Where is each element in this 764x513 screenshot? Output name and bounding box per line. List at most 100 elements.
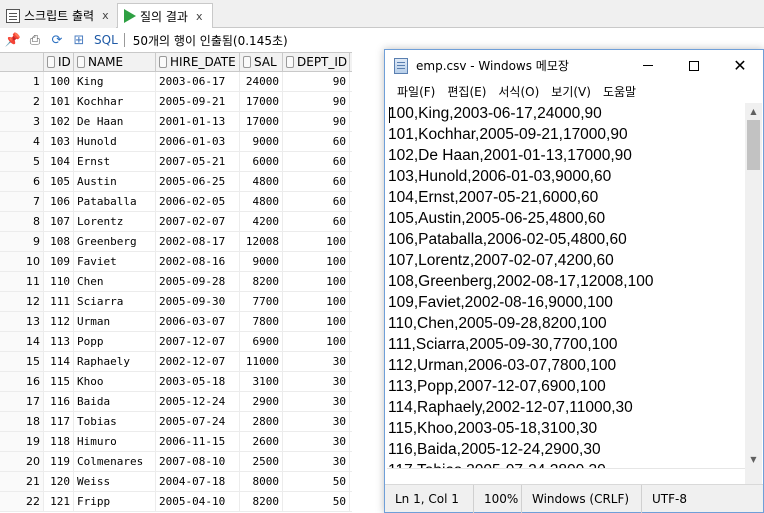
cell-hire-date[interactable]: 2002-12-07 [156, 352, 240, 371]
notepad-text-area[interactable]: 100,King,2003-06-17,24000,90 101,Kochhar,… [387, 103, 745, 468]
minimize-button[interactable] [625, 50, 671, 81]
cell-hire-date[interactable]: 2005-09-21 [156, 92, 240, 111]
cell-name[interactable]: Chen [74, 272, 156, 291]
table-row[interactable]: 9 108 Greenberg 2002-08-17 12008 100 [0, 232, 352, 252]
cell-name[interactable]: Colmenares [74, 452, 156, 471]
cell-hire-date[interactable]: 2007-05-21 [156, 152, 240, 171]
cell-name[interactable]: Hunold [74, 132, 156, 151]
cell-name[interactable]: King [74, 72, 156, 91]
cell-hire-date[interactable]: 2006-03-07 [156, 312, 240, 331]
cell-sal[interactable]: 17000 [240, 112, 283, 131]
cell-dept-id[interactable]: 100 [283, 332, 350, 351]
cell-id[interactable]: 105 [44, 172, 74, 191]
table-row[interactable]: 2 101 Kochhar 2005-09-21 17000 90 [0, 92, 352, 112]
cell-name[interactable]: Lorentz [74, 212, 156, 231]
cell-sal[interactable]: 6900 [240, 332, 283, 351]
tab-query-result-close-icon[interactable]: x [196, 10, 203, 23]
export-icon[interactable]: ⊞ [70, 31, 88, 49]
cell-id[interactable]: 103 [44, 132, 74, 151]
menu-file[interactable]: 파일(F) [391, 83, 441, 100]
menu-view[interactable]: 보기(V) [545, 83, 597, 100]
cell-dept-id[interactable]: 30 [283, 452, 350, 471]
cell-name[interactable]: De Haan [74, 112, 156, 131]
cell-hire-date[interactable]: 2002-08-16 [156, 252, 240, 271]
column-header-name[interactable]: NAME [74, 53, 156, 71]
cell-sal[interactable]: 17000 [240, 92, 283, 111]
cell-hire-date[interactable]: 2007-02-07 [156, 212, 240, 231]
cell-name[interactable]: Pataballa [74, 192, 156, 211]
cell-hire-date[interactable]: 2005-04-10 [156, 492, 240, 511]
cell-dept-id[interactable]: 100 [283, 292, 350, 311]
cell-id[interactable]: 121 [44, 492, 74, 511]
cell-dept-id[interactable]: 50 [283, 472, 350, 491]
cell-sal[interactable]: 2900 [240, 392, 283, 411]
table-row[interactable]: 6 105 Austin 2005-06-25 4800 60 [0, 172, 352, 192]
table-row[interactable]: 21 120 Weiss 2004-07-18 8000 50 [0, 472, 352, 492]
cell-dept-id[interactable]: 30 [283, 432, 350, 451]
cell-dept-id[interactable]: 60 [283, 172, 350, 191]
cell-id[interactable]: 119 [44, 452, 74, 471]
cell-id[interactable]: 102 [44, 112, 74, 131]
maximize-button[interactable] [671, 50, 717, 81]
print-icon[interactable]: ⎙ [26, 31, 44, 49]
pin-icon[interactable]: 📌 [4, 31, 22, 49]
cell-id[interactable]: 110 [44, 272, 74, 291]
cell-name[interactable]: Faviet [74, 252, 156, 271]
cell-id[interactable]: 112 [44, 312, 74, 331]
cell-hire-date[interactable]: 2005-06-25 [156, 172, 240, 191]
cell-dept-id[interactable]: 30 [283, 412, 350, 431]
cell-sal[interactable]: 24000 [240, 72, 283, 91]
cell-id[interactable]: 115 [44, 372, 74, 391]
table-row[interactable]: 12 111 Sciarra 2005-09-30 7700 100 [0, 292, 352, 312]
refresh-icon[interactable]: ⟳ [48, 31, 66, 49]
table-row[interactable]: 19 118 Himuro 2006-11-15 2600 30 [0, 432, 352, 452]
cell-id[interactable]: 120 [44, 472, 74, 491]
table-row[interactable]: 16 115 Khoo 2003-05-18 3100 30 [0, 372, 352, 392]
cell-sal[interactable]: 11000 [240, 352, 283, 371]
cell-hire-date[interactable]: 2005-12-24 [156, 392, 240, 411]
cell-hire-date[interactable]: 2004-07-18 [156, 472, 240, 491]
cell-name[interactable]: Sciarra [74, 292, 156, 311]
cell-dept-id[interactable]: 60 [283, 152, 350, 171]
cell-hire-date[interactable]: 2005-09-30 [156, 292, 240, 311]
table-row[interactable]: 20 119 Colmenares 2007-08-10 2500 30 [0, 452, 352, 472]
cell-hire-date[interactable]: 2006-01-03 [156, 132, 240, 151]
cell-dept-id[interactable]: 50 [283, 492, 350, 511]
cell-dept-id[interactable]: 100 [283, 312, 350, 331]
cell-id[interactable]: 116 [44, 392, 74, 411]
table-row[interactable]: 5 104 Ernst 2007-05-21 6000 60 [0, 152, 352, 172]
cell-hire-date[interactable]: 2005-09-28 [156, 272, 240, 291]
cell-dept-id[interactable]: 100 [283, 272, 350, 291]
cell-dept-id[interactable]: 30 [283, 392, 350, 411]
cell-sal[interactable]: 3100 [240, 372, 283, 391]
cell-id[interactable]: 100 [44, 72, 74, 91]
cell-id[interactable]: 107 [44, 212, 74, 231]
cell-sal[interactable]: 2500 [240, 452, 283, 471]
cell-sal[interactable]: 6000 [240, 152, 283, 171]
cell-dept-id[interactable]: 100 [283, 232, 350, 251]
cell-name[interactable]: Ernst [74, 152, 156, 171]
table-row[interactable]: 3 102 De Haan 2001-01-13 17000 90 [0, 112, 352, 132]
cell-name[interactable]: Greenberg [74, 232, 156, 251]
cell-name[interactable]: Khoo [74, 372, 156, 391]
table-row[interactable]: 22 121 Fripp 2005-04-10 8200 50 [0, 492, 352, 512]
cell-name[interactable]: Raphaely [74, 352, 156, 371]
cell-hire-date[interactable]: 2006-11-15 [156, 432, 240, 451]
column-header-dept-id[interactable]: DEPT_ID [283, 53, 350, 71]
table-row[interactable]: 14 113 Popp 2007-12-07 6900 100 [0, 332, 352, 352]
cell-name[interactable]: Austin [74, 172, 156, 191]
close-button[interactable]: ✕ [717, 50, 763, 81]
column-header-hire-date[interactable]: HIRE_DATE [156, 53, 240, 71]
cell-dept-id[interactable]: 90 [283, 112, 350, 131]
table-row[interactable]: 17 116 Baida 2005-12-24 2900 30 [0, 392, 352, 412]
scrollbar-thumb[interactable] [747, 120, 760, 170]
table-row[interactable]: 1 100 King 2003-06-17 24000 90 [0, 72, 352, 92]
cell-id[interactable]: 117 [44, 412, 74, 431]
cell-sal[interactable]: 9000 [240, 252, 283, 271]
cell-dept-id[interactable]: 60 [283, 132, 350, 151]
cell-dept-id[interactable]: 90 [283, 72, 350, 91]
cell-id[interactable]: 113 [44, 332, 74, 351]
cell-name[interactable]: Fripp [74, 492, 156, 511]
cell-dept-id[interactable]: 90 [283, 92, 350, 111]
table-row[interactable]: 18 117 Tobias 2005-07-24 2800 30 [0, 412, 352, 432]
